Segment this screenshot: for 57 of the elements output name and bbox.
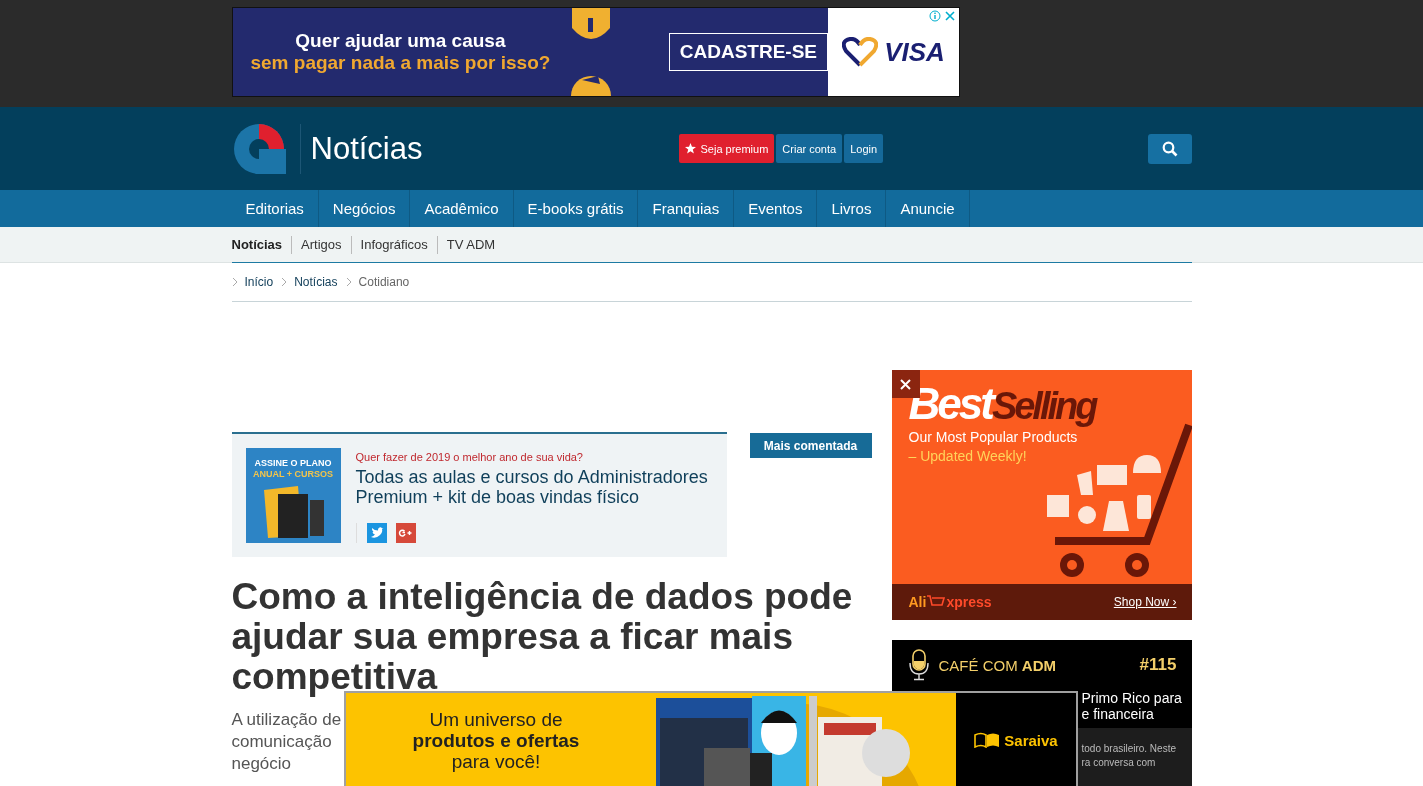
login-button[interactable]: Login [844,134,884,163]
breadcrumb-link[interactable]: Início [244,275,274,289]
most-commented-tab[interactable]: Mais comentada [749,433,872,458]
ad-brand: VISA [884,36,945,68]
floating-ad-dialog[interactable]: Um universo de produtos e ofertas para você! Saraiva [346,693,1076,786]
breadcrumb-link[interactable]: Cotidiano [358,275,410,289]
article-lead: comunicação [231,731,332,753]
chevron-icon [281,277,288,287]
article-lead: A utilização de [231,709,342,731]
episode-title: Primo Rico para [1081,690,1183,706]
ad-tagline: Our Most Popular Products [908,428,1079,447]
site-logo[interactable] [231,123,286,174]
banner-ad[interactable]: Quer ajudar uma causa sem pagar nada a mais por isso? CADASTRE-SE VISA [232,7,960,97]
ad-brand: xpress [946,594,992,610]
episode-title: e financeira [1081,706,1155,722]
ad-text: Um universo de [429,709,563,730]
search-icon [1161,140,1178,157]
premium-button[interactable]: Seja premium [679,134,775,163]
ad-brand: Saraiva [1004,731,1058,749]
episode-summary: todo brasileiro. Neste [1081,742,1177,756]
search-button[interactable] [1147,133,1192,164]
heart-icon [842,37,879,67]
shop-now-link[interactable]: Shop Now › [1113,595,1177,609]
product-ad[interactable]: BestSelling Our Most Popular Products – Updated Weekly! Ali xpress Shop Now › [891,370,1192,620]
ad-headline: BestSelling [908,382,1097,428]
podcast-label: CAFÉ COM ADM [938,656,1056,674]
signup-button[interactable]: Criar conta [776,134,843,163]
course-cover-drawing[interactable]: ASSINE O PLANO ANUAL + CURSOS [245,448,341,543]
star-icon [685,143,697,154]
subnav-tab[interactable]: Notícias [231,235,292,254]
ad-text: produtos e ofertas [412,730,580,751]
signup-ad-button[interactable]: CADASTRE-SE [668,33,828,71]
ad-tagline: – Updated Weekly! [908,447,1028,466]
promo-title[interactable]: Todas as aulas e cursos do Administradores Premium + kit de boas vindas físico [355,467,727,507]
subnav-tab[interactable]: TV ADM [436,235,505,254]
chevron-icon [231,277,238,287]
microphone-icon [908,649,929,681]
section-title: Notícias [310,130,423,167]
ad-headline: Quer ajudar uma causa [295,30,506,52]
ad-subline: sem pagar nada a mais por isso? [250,52,551,74]
subnav-tab[interactable]: Infográficos [350,235,437,254]
book-icon [974,732,1001,748]
close-icon[interactable] [944,10,956,22]
promo-kicker: Quer fazer de 2019 o melhor ano de sua vida? [355,451,584,463]
episode-summary: ra conversa com [1081,756,1157,770]
breadcrumb-link[interactable]: Notícias [294,275,338,289]
chevron-icon [345,277,352,287]
ad-brand: Ali [908,594,927,610]
close-icon [900,378,911,390]
twitter-icon[interactable] [366,523,387,543]
article-lead: negócio [231,753,292,775]
cart-icon [926,595,947,609]
episode-number: #115 [1139,655,1177,675]
info-icon[interactable] [929,10,941,22]
subnav-tab[interactable]: Artigos [291,235,351,254]
google-plus-icon[interactable] [395,523,416,543]
ad-text: para você! [451,751,541,772]
